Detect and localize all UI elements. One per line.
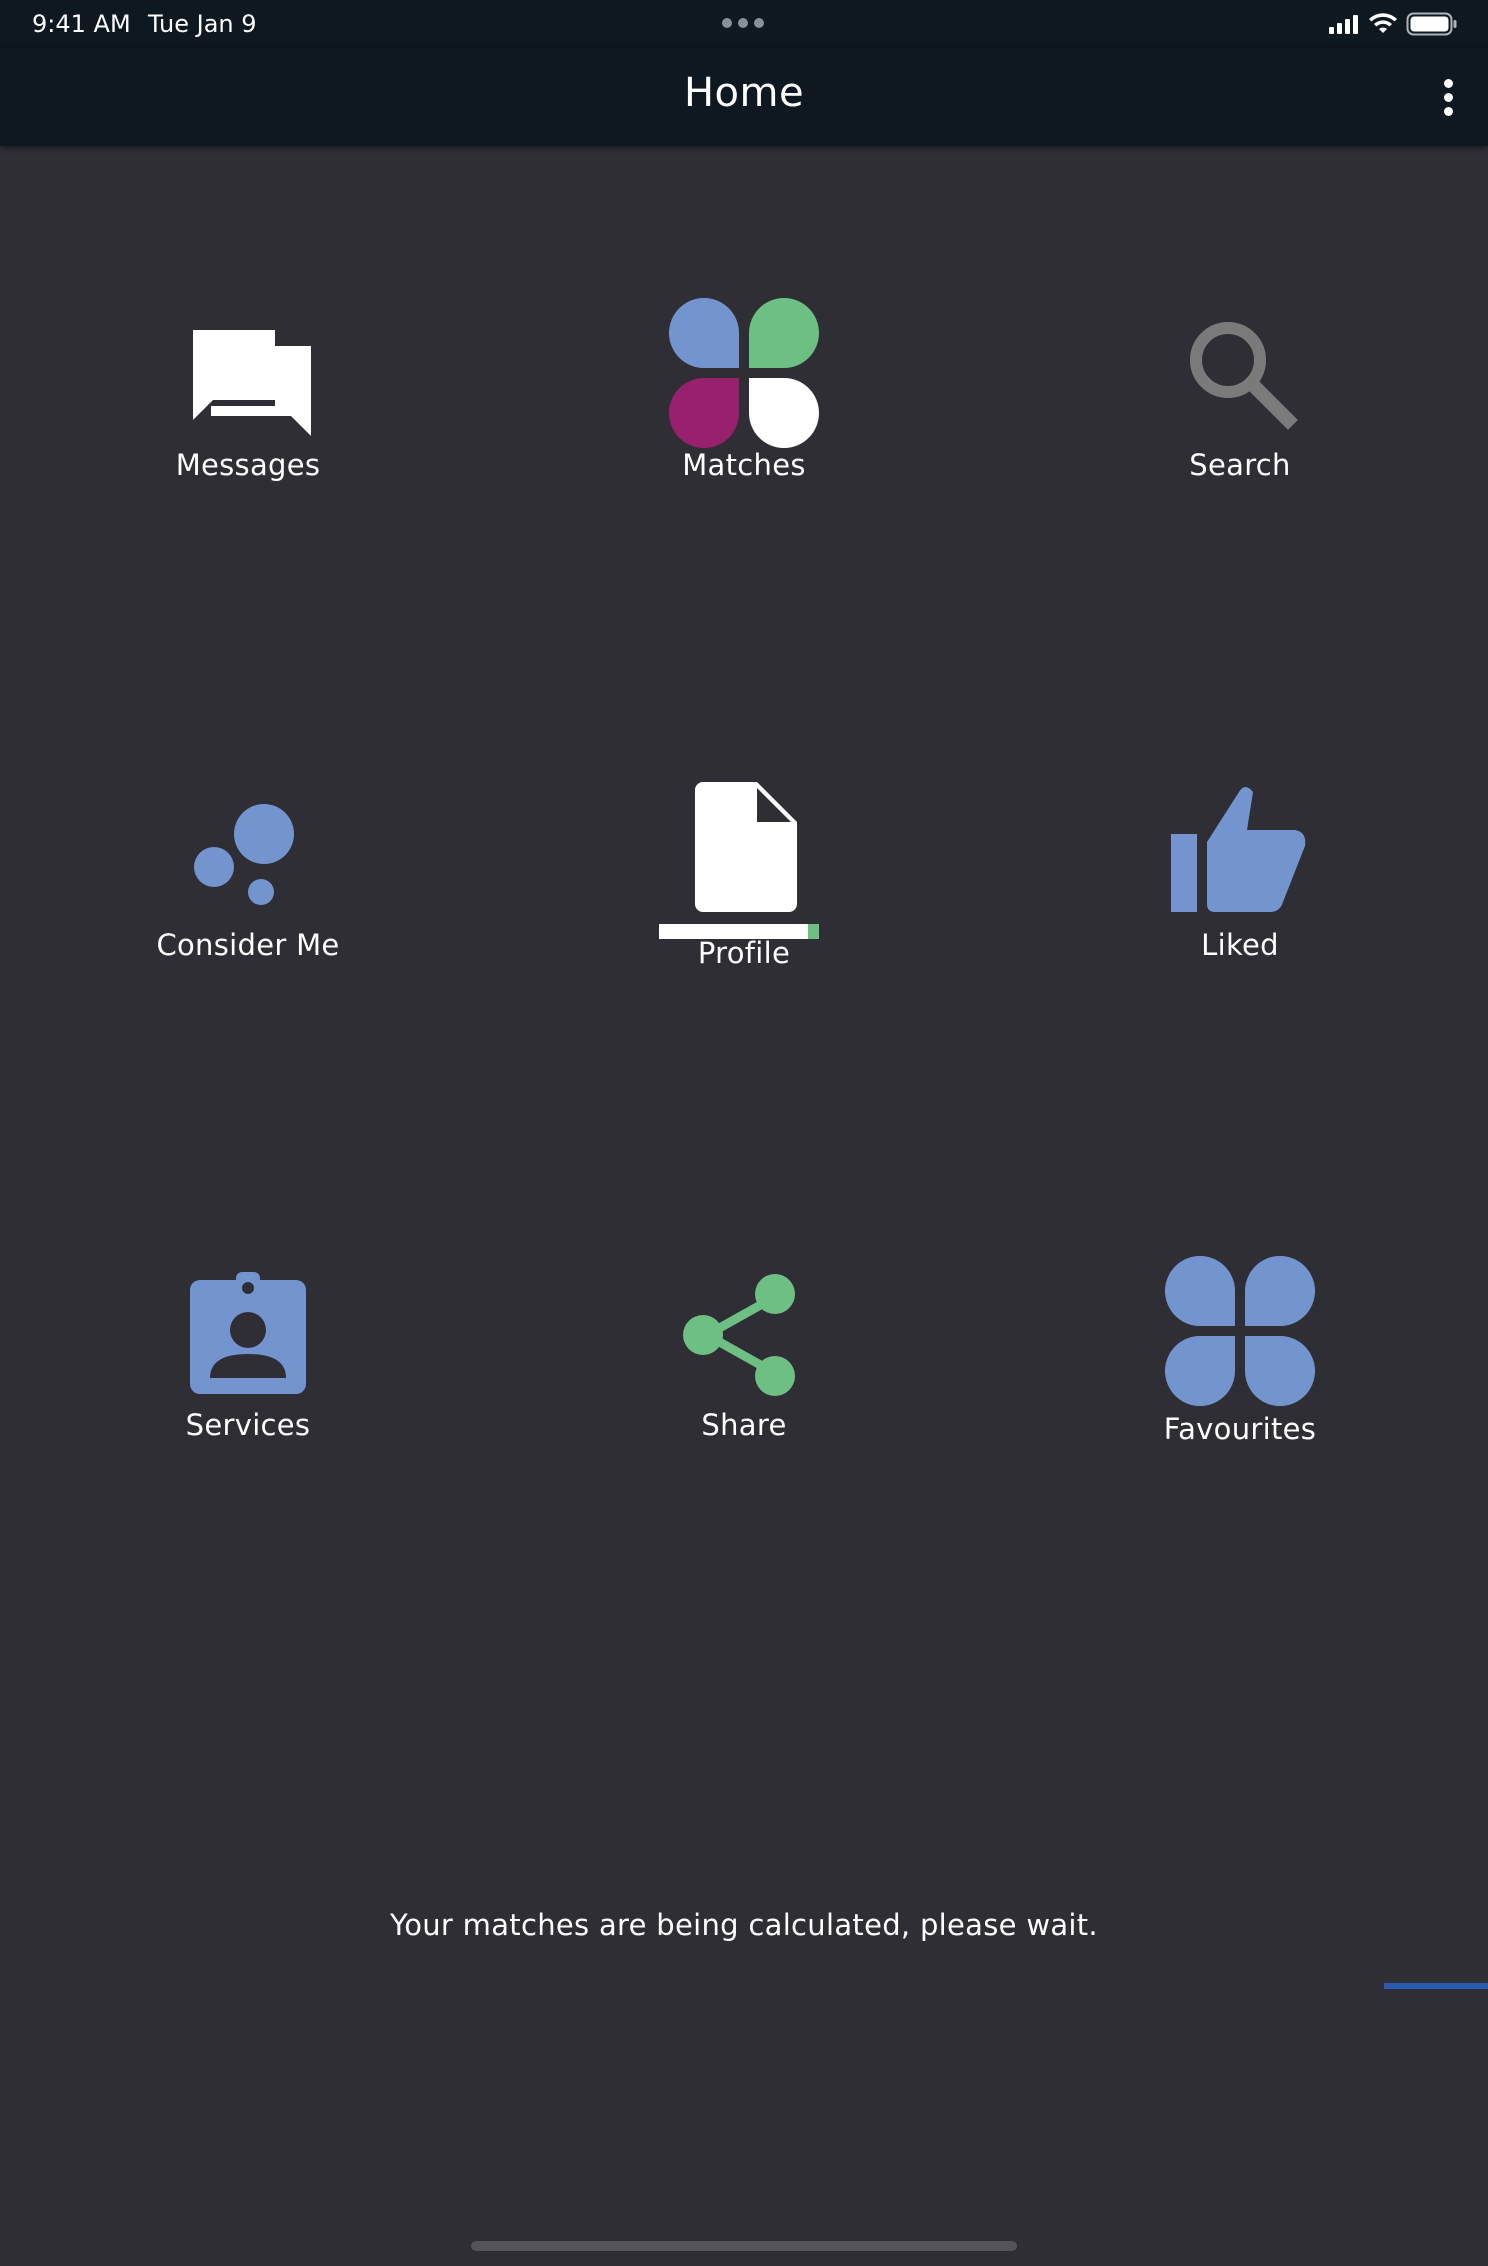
tile-share[interactable]: Share [594,1250,894,1490]
search-icon [1190,322,1298,430]
navigation-bar: Home [0,48,1488,146]
tile-label-favourites: Favourites [1163,1412,1317,1446]
page-title: Home [683,70,805,116]
matches-calculating-message: Your matches are being calculated, pleas… [390,1908,1098,1942]
share-icon [683,1274,795,1396]
battery-icon [1406,12,1457,36]
tile-search[interactable]: Search [1090,290,1390,530]
tile-favourites[interactable]: Favourites [1090,1250,1390,1490]
tile-services[interactable]: Services [98,1250,398,1490]
tile-profile[interactable]: Profile [594,770,894,1010]
status-indicators [1328,12,1458,36]
home-indicator[interactable] [471,2241,1017,2251]
tile-label-share: Share [701,1408,787,1442]
tile-matches[interactable]: Matches [594,290,894,530]
id-badge-icon [190,1272,306,1394]
status-time: 9:41 AM [32,10,131,38]
multitasking-dots-icon[interactable] [722,18,764,28]
more-vertical-icon[interactable] [1428,74,1468,120]
document-icon [659,782,819,939]
tile-label-consider-me: Consider Me [156,928,340,962]
tile-label-liked: Liked [1201,928,1279,962]
cellular-signal-icon [1329,15,1358,34]
tile-label-services: Services [185,1408,311,1442]
bubbles-icon [194,804,294,905]
wifi-icon [1369,13,1397,33]
chat-bubbles-icon [189,330,311,436]
status-date: Tue Jan 9 [148,10,257,38]
thumbs-up-icon [1171,787,1306,912]
four-petal-icon [1165,1256,1315,1406]
clover-petals-icon [669,298,819,448]
tile-label-messages: Messages [175,448,321,482]
tile-label-matches: Matches [682,448,806,482]
status-bar: 9:41 AM Tue Jan 9 [0,0,1488,48]
progress-indicator [1384,1983,1488,1989]
tile-label-profile: Profile [697,936,791,970]
tile-consider-me[interactable]: Consider Me [98,770,398,1010]
tile-liked[interactable]: Liked [1090,770,1390,1010]
tile-messages[interactable]: Messages [98,290,398,530]
tile-label-search: Search [1189,448,1291,482]
